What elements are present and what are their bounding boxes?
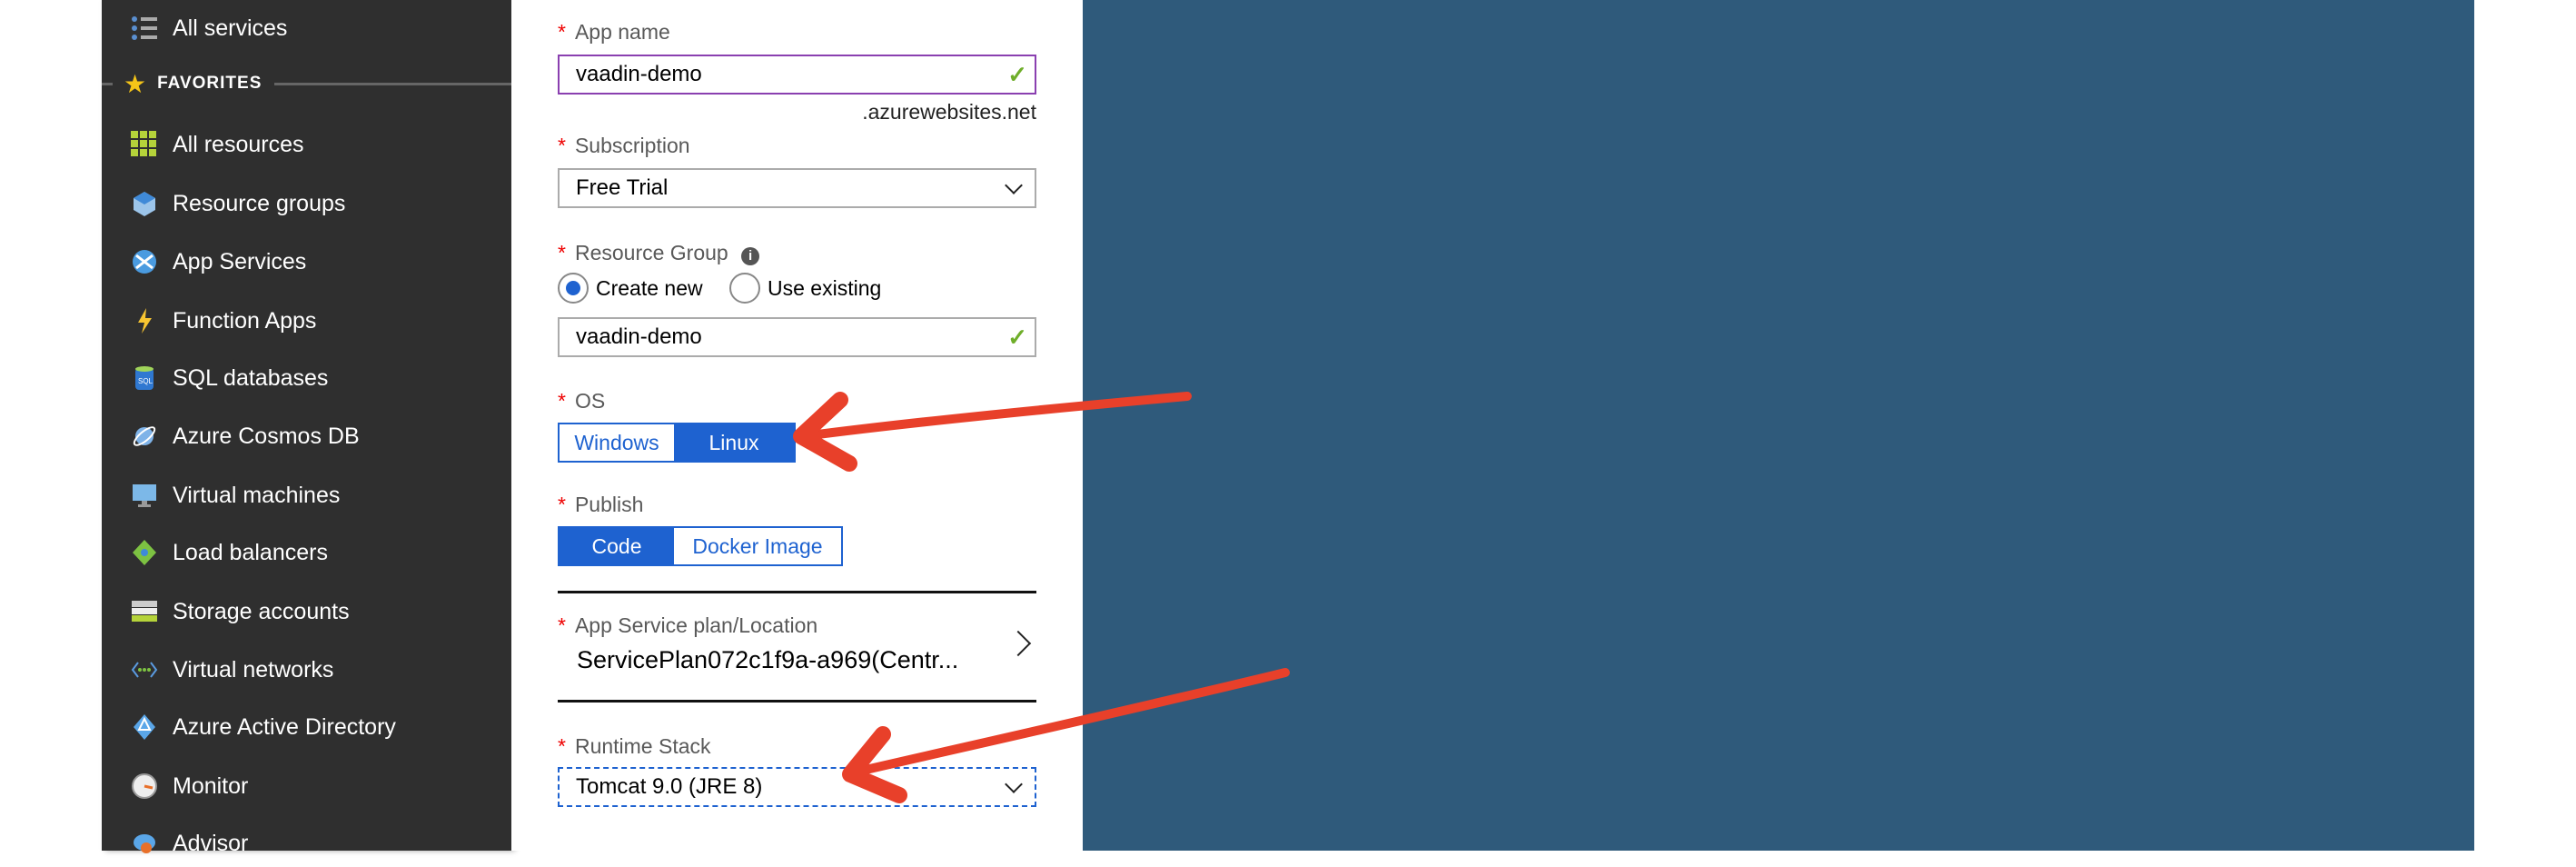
- arrow-icon: [842, 668, 1290, 803]
- annotation-arrows: [793, 392, 1290, 803]
- arrow-icon: [793, 392, 1192, 472]
